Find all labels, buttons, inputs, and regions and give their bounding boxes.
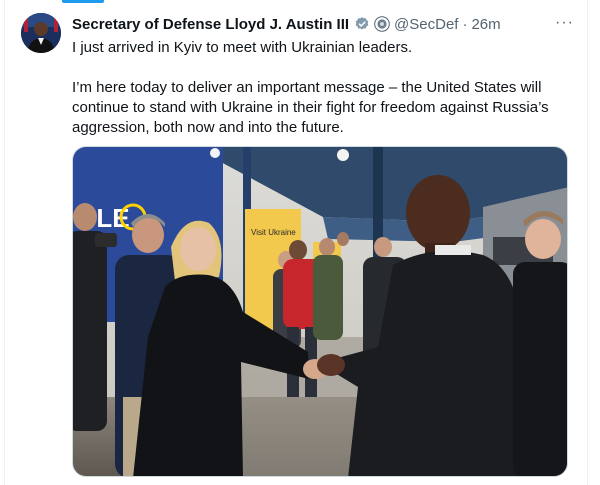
photo-illustration: PLE Visit Ukraine xyxy=(73,147,567,476)
divider xyxy=(587,0,588,485)
tweet-text: I just arrived in Kyiv to meet with Ukra… xyxy=(72,38,562,138)
verified-badge-icon[interactable] xyxy=(354,16,370,32)
tweet-photo[interactable]: PLE Visit Ukraine xyxy=(72,146,568,477)
author-handle[interactable]: @SecDef xyxy=(394,16,458,33)
tab-indicator xyxy=(62,0,104,3)
tweet-header: Secretary of Defense Lloyd J. Austin III… xyxy=(72,13,582,35)
separator: · xyxy=(462,15,468,33)
timestamp[interactable]: 26m xyxy=(471,16,500,33)
tweet-paragraph: I just arrived in Kyiv to meet with Ukra… xyxy=(72,39,413,56)
tweet-paragraph: I’m here today to deliver an important m… xyxy=(72,79,549,136)
avatar[interactable] xyxy=(21,13,61,53)
government-affiliate-icon[interactable] xyxy=(374,16,390,32)
divider xyxy=(4,0,5,485)
author-name[interactable]: Secretary of Defense Lloyd J. Austin III xyxy=(72,16,349,33)
tweet-card[interactable]: Secretary of Defense Lloyd J. Austin III… xyxy=(0,0,600,485)
more-options-icon[interactable]: ··· xyxy=(555,14,574,32)
poster-text: Visit Ukraine xyxy=(251,228,296,237)
